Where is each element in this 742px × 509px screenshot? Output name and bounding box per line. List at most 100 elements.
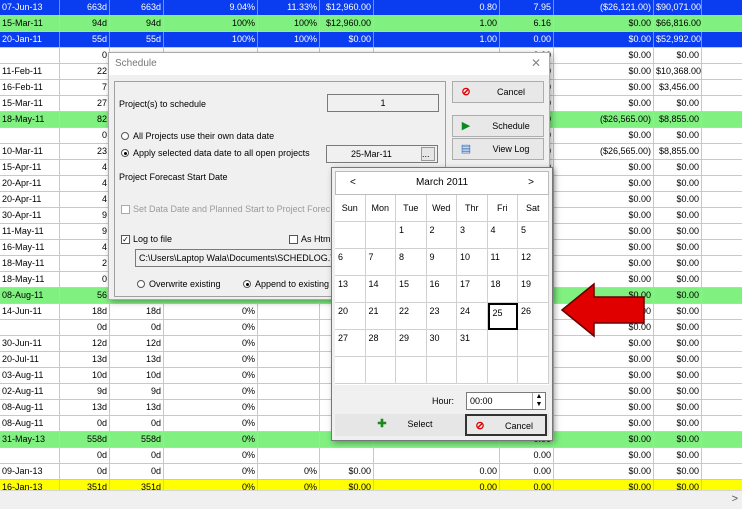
calendar-header: < March 2011 > — [335, 171, 549, 195]
hour-spinner[interactable]: ▲ ▼ — [532, 393, 545, 409]
cancel-icon: ⊘ — [461, 86, 471, 98]
table-cell: 18d — [110, 304, 164, 319]
radio-overwrite[interactable] — [137, 280, 145, 288]
calendar-day[interactable]: 16 — [426, 276, 457, 303]
log-to-file-checkbox[interactable]: ✓ — [121, 235, 130, 244]
calendar-day[interactable]: 22 — [396, 303, 427, 330]
table-cell: 9 — [60, 208, 110, 223]
table-cell: 03-Aug-11 — [0, 368, 60, 383]
calendar-day[interactable]: 24 — [457, 303, 488, 330]
radio-apply-data-date[interactable] — [121, 149, 129, 157]
view-log-button[interactable]: ▤ View Log — [452, 138, 544, 160]
calendar-day[interactable]: 30 — [426, 330, 457, 357]
play-icon: ▶ — [461, 120, 471, 132]
calendar-day[interactable]: 10 — [457, 249, 488, 276]
table-cell: 14-Jun-11 — [0, 304, 60, 319]
table-row[interactable]: 07-Jun-13 663d 663d 9.04% 11.33% $12,960.00 0.… — [0, 0, 742, 16]
table-cell: 0% — [164, 368, 258, 383]
table-cell: ($26,565.00) — [554, 144, 654, 159]
radio-own-data-date[interactable] — [121, 132, 129, 140]
calendar-day[interactable]: 15 — [396, 276, 427, 303]
calendar-day[interactable]: 4 — [487, 222, 518, 249]
table-cell: $0.00 — [654, 320, 702, 335]
calendar-day[interactable]: 2 — [426, 222, 457, 249]
calendar-day[interactable]: 3 — [457, 222, 488, 249]
calendar-day[interactable]: 25 — [487, 303, 518, 330]
table-cell: $0.00 — [654, 288, 702, 303]
set-data-date-checkbox[interactable] — [121, 205, 130, 214]
table-cell: 0% — [164, 480, 258, 490]
calendar-cancel-button[interactable]: ⊘ Cancel — [465, 414, 547, 436]
calendar-day[interactable]: 28 — [365, 330, 396, 357]
calendar-day[interactable]: 18 — [487, 276, 518, 303]
table-cell: $0.00 — [654, 192, 702, 207]
projects-label: Project(s) to schedule — [119, 99, 207, 109]
horizontal-scrollbar[interactable]: > — [0, 490, 742, 509]
calendar-day[interactable]: 14 — [365, 276, 396, 303]
table-cell: $10,368.00 — [654, 64, 702, 79]
close-icon[interactable]: ✕ — [531, 56, 541, 70]
table-cell: 4 — [60, 176, 110, 191]
calendar-day[interactable]: 31 — [457, 330, 488, 357]
scroll-right-icon[interactable]: > — [732, 493, 738, 505]
table-row[interactable]: 15-Mar-11 94d 94d 100% 100% $12,960.00 1.00 6.1… — [0, 16, 742, 32]
select-button[interactable]: ✚ Select — [369, 414, 445, 436]
calendar-day[interactable]: 6 — [335, 249, 366, 276]
table-cell: 20-Jan-11 — [0, 32, 60, 47]
cancel-button[interactable]: ⊘ Cancel — [452, 81, 544, 103]
day-of-week-header: Fri — [487, 195, 518, 222]
calendar-day[interactable]: 20 — [335, 303, 366, 330]
projects-count-field: 1 — [327, 94, 439, 112]
calendar-day[interactable]: 7 — [365, 249, 396, 276]
calendar-day[interactable]: 12 — [518, 249, 549, 276]
table-row[interactable]: 09-Jan-13 0d 0d 0% 0% $0.00 0.00 0.00 $0.00 $0.00 — [0, 464, 742, 480]
cancel-icon: ⊘ — [475, 420, 485, 432]
table-cell: 16-Feb-11 — [0, 80, 60, 95]
date-picker-button[interactable]: ... — [421, 147, 435, 161]
calendar-day[interactable]: 11 — [487, 249, 518, 276]
table-cell: 02-Aug-11 — [0, 384, 60, 399]
table-cell: 2 — [60, 256, 110, 271]
calendar-day[interactable]: 19 — [518, 276, 549, 303]
table-cell: 0d — [60, 464, 110, 479]
calendar-empty-cell — [518, 357, 549, 384]
table-cell: 07-Jun-13 — [0, 0, 60, 15]
table-cell: $0.00 — [654, 208, 702, 223]
table-row[interactable]: 16-Jan-13 351d 351d 0% 0% $0.00 0.00 0.00 $0.00 $… — [0, 480, 742, 490]
table-cell — [258, 432, 320, 447]
table-cell: 13d — [110, 352, 164, 367]
table-cell: 15-Apr-11 — [0, 160, 60, 175]
radio-append[interactable] — [243, 280, 251, 288]
table-cell: 10d — [110, 368, 164, 383]
calendar-day[interactable]: 9 — [426, 249, 457, 276]
calendar-day[interactable]: 21 — [365, 303, 396, 330]
table-cell: $0.00 — [654, 176, 702, 191]
table-cell: $0.00 — [554, 224, 654, 239]
calendar-day[interactable]: 26 — [518, 303, 549, 330]
table-cell: $0.00 — [654, 336, 702, 351]
calendar-day[interactable]: 29 — [396, 330, 427, 357]
table-cell: $0.00 — [654, 96, 702, 111]
calendar-day[interactable]: 1 — [396, 222, 427, 249]
calendar-day[interactable]: 5 — [518, 222, 549, 249]
table-cell: 7.95 — [500, 0, 554, 15]
table-cell: 0d — [110, 464, 164, 479]
table-row[interactable]: 0d0d0%0.00$0.00$0.00 — [0, 448, 742, 464]
data-date-field[interactable]: 25-Mar-11 ... — [326, 145, 438, 163]
table-cell: 0% — [164, 304, 258, 319]
table-cell — [258, 384, 320, 399]
schedule-button[interactable]: ▶ Schedule — [452, 115, 544, 137]
hour-input[interactable]: 00:00 ▲ ▼ — [466, 392, 546, 410]
table-cell: 82 — [60, 112, 110, 127]
table-cell: $0.00 — [320, 480, 374, 490]
calendar-day[interactable]: 17 — [457, 276, 488, 303]
calendar-day[interactable]: 23 — [426, 303, 457, 330]
calendar-day[interactable]: 27 — [335, 330, 366, 357]
calendar-day[interactable]: 13 — [335, 276, 366, 303]
table-cell: $0.00 — [654, 352, 702, 367]
next-month-button[interactable]: > — [528, 177, 534, 188]
table-row[interactable]: 20-Jan-11 55d 55d 100% 100% $0.00 1.00 0.00 $0.0… — [0, 32, 742, 48]
calendar-month-title: March 2011 — [415, 177, 469, 188]
as-html-checkbox[interactable] — [289, 235, 298, 244]
calendar-day[interactable]: 8 — [396, 249, 427, 276]
